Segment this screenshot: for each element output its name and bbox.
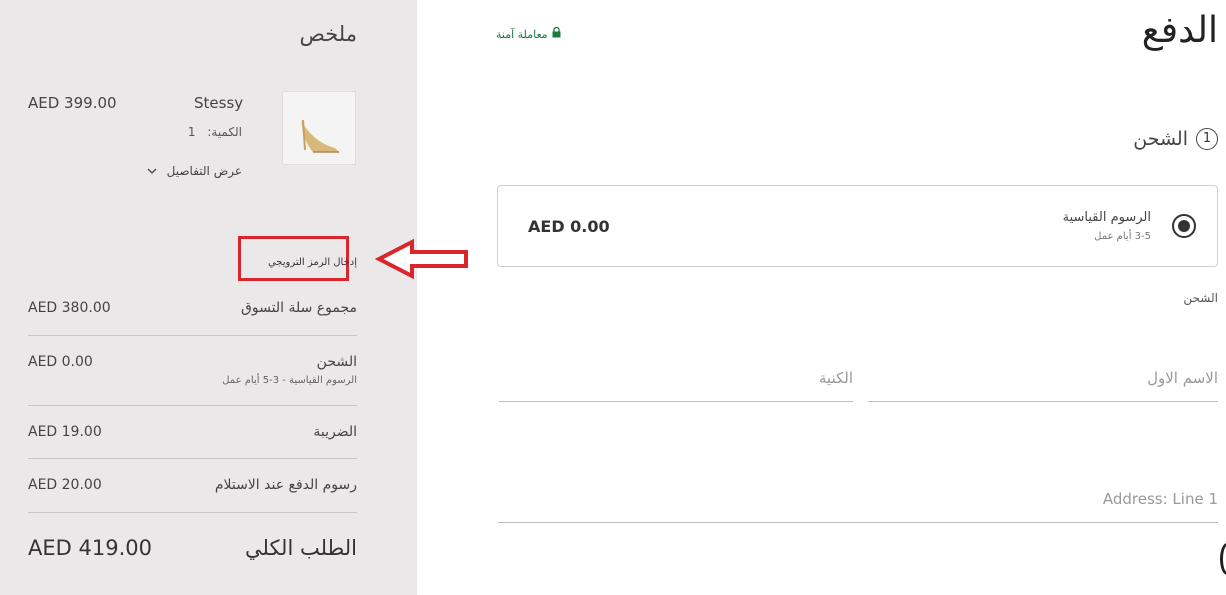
product-price: AED 399.00 [28, 94, 117, 112]
divider [28, 458, 357, 459]
view-details-link[interactable]: عرض التفاصيل [147, 164, 242, 178]
quantity-value: 1 [187, 125, 196, 139]
address-line1-underline [498, 522, 1218, 523]
order-total-label: الطلب الكلي [245, 536, 357, 560]
page-title: الدفع [1141, 10, 1218, 51]
address-line1-field[interactable]: Address: Line 1 [498, 490, 1218, 508]
first-name-underline [868, 401, 1218, 402]
shipping-option-price: AED 0.00 [528, 217, 610, 236]
shipping-option-name: الرسوم القياسية [1062, 210, 1151, 225]
cod-fee-value: AED 20.00 [28, 477, 102, 493]
quantity-label-text: الكمية: [207, 125, 242, 139]
product-thumbnail[interactable] [282, 91, 356, 165]
divider [28, 405, 357, 406]
last-name-field[interactable]: الكنية [499, 369, 853, 387]
lock-icon [552, 26, 561, 41]
chat-launcher-icon[interactable] [1220, 543, 1226, 575]
subtotal-value: AED 380.00 [28, 300, 111, 316]
shipping-value: AED 0.00 [28, 354, 93, 370]
cod-fee-label: رسوم الدفع عند الاستلام [214, 477, 357, 493]
shipping-option-radio[interactable] [1172, 214, 1196, 238]
shipping-section-label: الشحن [1183, 291, 1218, 305]
last-name-underline [499, 401, 853, 402]
tax-label: الضريبة [313, 424, 357, 440]
shoe-image [301, 119, 339, 153]
step-number: 1 [1196, 128, 1218, 150]
first-name-field[interactable]: الاسم الاول [868, 369, 1218, 387]
secure-transaction-label: معاملة آمنة [496, 27, 548, 41]
product-name[interactable]: Stessy [194, 94, 243, 112]
view-details-label: عرض التفاصيل [166, 164, 242, 178]
divider [28, 512, 357, 513]
shipping-step-title: الشحن [1133, 128, 1188, 150]
shipping-sub: الرسوم القياسية - 3-5 أيام عمل [222, 375, 357, 386]
order-summary-panel: ملخص Stessy AED 399.00 الكمية: 1 عرض الت… [0, 0, 417, 595]
chevron-down-icon [147, 164, 157, 178]
summary-title: ملخص [299, 22, 357, 46]
order-total-value: AED 419.00 [28, 536, 152, 560]
subtotal-label: مجموع سلة التسوق [241, 300, 357, 316]
annotation-arrow-icon [374, 238, 468, 280]
shipping-label: الشحن [316, 354, 357, 370]
shipping-option-eta: 3-5 أيام عمل [1094, 231, 1151, 242]
radio-selected-dot [1178, 220, 1190, 232]
tax-value: AED 19.00 [28, 424, 102, 440]
divider [28, 335, 357, 336]
secure-transaction-badge: معاملة آمنة [496, 26, 561, 41]
quantity-label: الكمية: 1 [188, 125, 242, 139]
promo-code-link[interactable]: إدخال الرمز الترويجي [268, 257, 357, 268]
